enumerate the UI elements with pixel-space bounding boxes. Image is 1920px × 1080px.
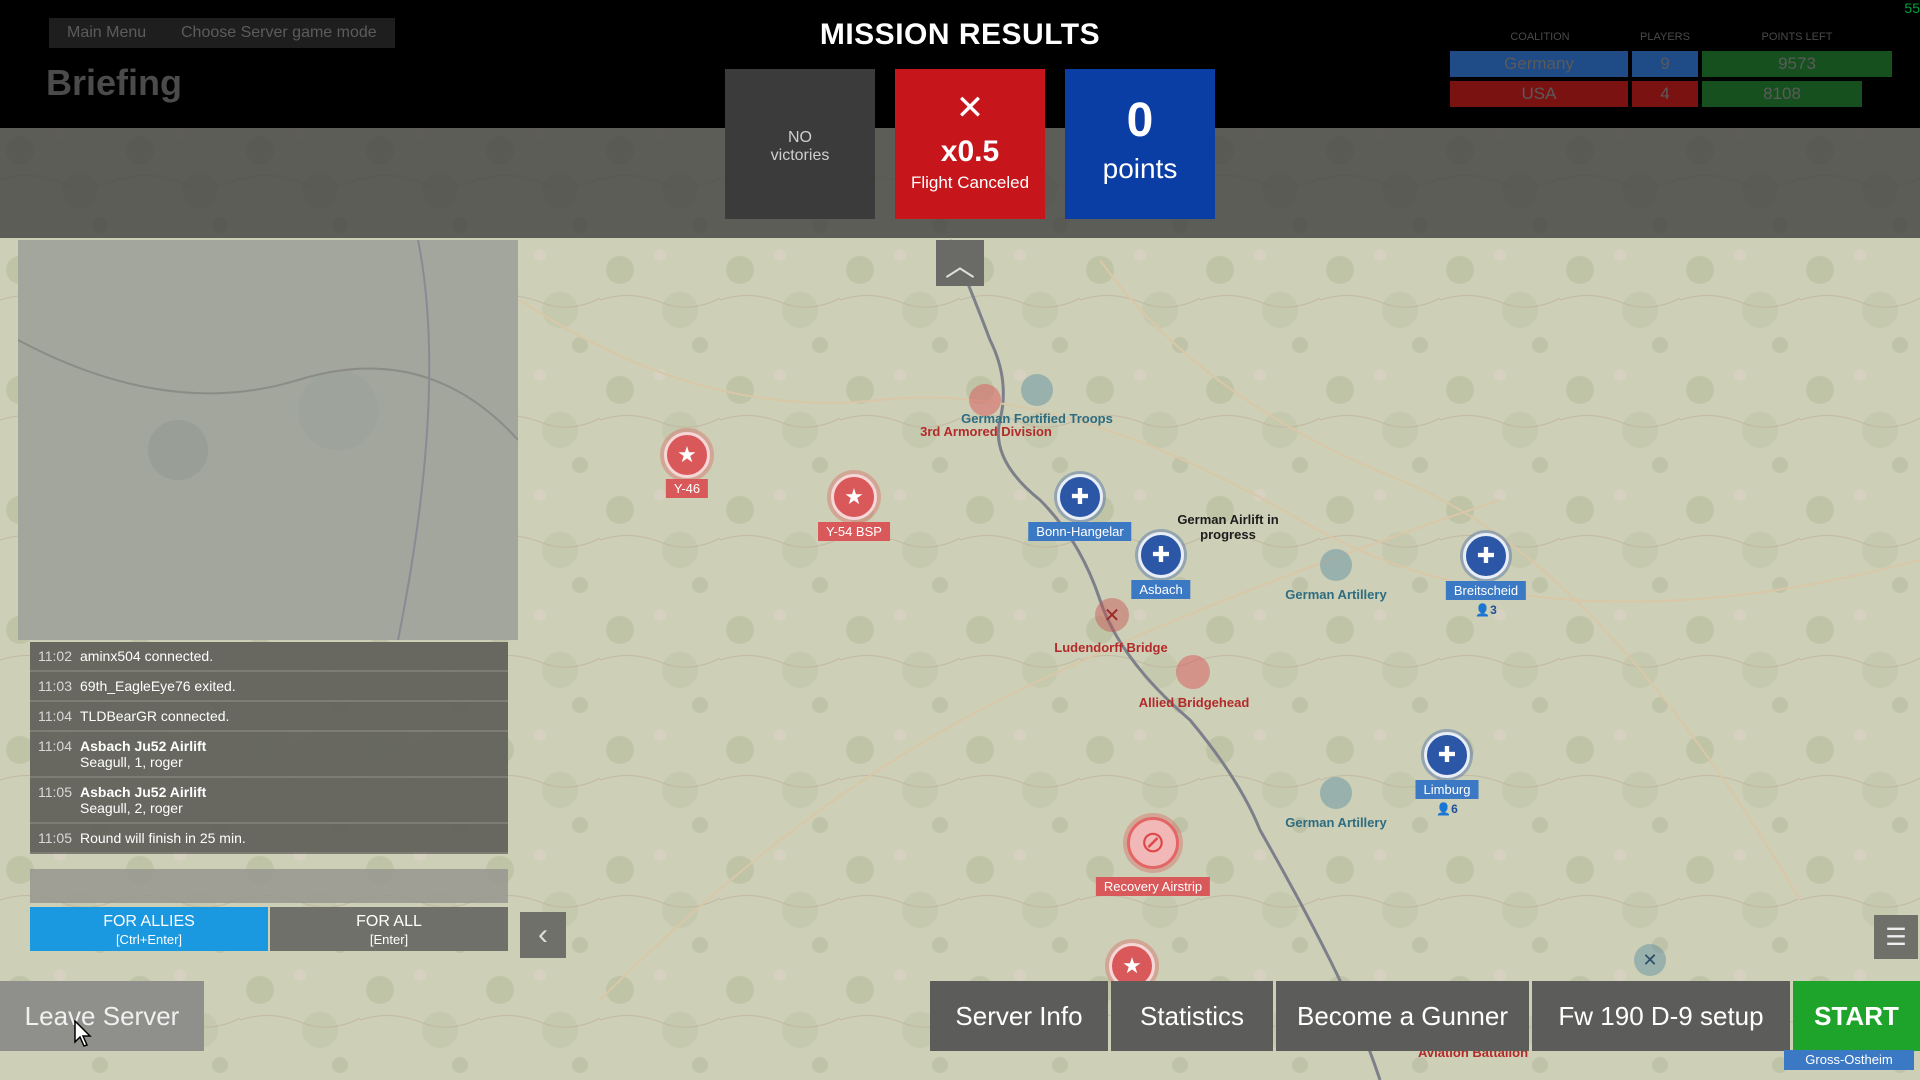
base-label-y54-bsp: Y-54 BSP <box>818 522 890 541</box>
coalition-name-usa: USA <box>1450 81 1628 107</box>
base-marker-asbach[interactable]: ✚ <box>1138 532 1184 578</box>
penalty-label: Flight Canceled <box>910 173 1030 192</box>
collapse-panel-button[interactable]: ‹ <box>520 912 566 958</box>
aircraft-setup-button[interactable]: Fw 190 D-9 setup <box>1532 981 1790 1051</box>
unit-marker-airlift[interactable]: ✕ <box>1634 944 1666 976</box>
server-info-button[interactable]: Server Info <box>930 981 1108 1051</box>
map-label-german-artillery: German Artillery <box>1285 815 1387 830</box>
map-label-german-artillery: German Artillery <box>1285 587 1387 602</box>
close-icon: ✕ <box>955 89 985 127</box>
victories-card: NO victories <box>725 69 875 219</box>
points-label: points <box>1102 153 1178 184</box>
base-player-count: 👤3 <box>1475 603 1497 617</box>
page-title: Briefing <box>46 62 183 103</box>
map-label-german-airlift: German Airlift in progress <box>1177 512 1279 542</box>
chat-message: 11:05 Round will finish in 25 min. <box>30 824 508 854</box>
base-label-bonn-hangelar: Bonn-Hangelar <box>1028 522 1132 541</box>
base-marker-limburg[interactable]: ✚ <box>1424 732 1470 778</box>
minimap[interactable] <box>18 240 518 640</box>
unit-marker-bridge[interactable]: ✕ <box>1095 598 1129 632</box>
points-card: 0 points <box>1065 69 1215 219</box>
base-label-breitscheid: Breitscheid <box>1445 581 1527 600</box>
players-header: PLAYERS <box>1640 31 1690 43</box>
fps-counter: 55 <box>1904 0 1920 16</box>
mission-list-button[interactable]: ☰ <box>1874 915 1918 959</box>
chat-log: 11:02 aminx504 connected. 11:03 69th_Eagle… <box>30 642 508 854</box>
person-icon: 👤 <box>1436 802 1452 816</box>
send-for-allies-button[interactable]: FOR ALLIES [Ctrl+Enter] <box>30 907 268 951</box>
leave-server-button[interactable]: Leave Server <box>0 981 204 1051</box>
base-label-asbach: Asbach <box>1131 580 1191 599</box>
statistics-button[interactable]: Statistics <box>1111 981 1273 1051</box>
chevron-left-icon: ‹ <box>538 918 548 951</box>
base-player-count: 👤6 <box>1436 802 1458 816</box>
coalition-header: COALITION <box>1510 31 1570 43</box>
coalition-points-germany: 9573 <box>1702 51 1892 77</box>
unit-marker-artillery[interactable] <box>1320 777 1352 809</box>
unit-marker-fortified[interactable] <box>1021 374 1053 406</box>
base-marker-bonn-hangelar[interactable]: ✚ <box>1057 474 1103 520</box>
base-marker-recovery-airstrip[interactable]: ⊘ <box>1127 817 1179 869</box>
star-icon: ★ <box>844 484 864 509</box>
mouse-cursor-icon <box>74 1020 92 1047</box>
map-label-3rd-armored-division: 3rd Armored Division <box>920 424 1052 439</box>
coalition-players-usa: 4 <box>1632 81 1698 107</box>
base-marker-y54-bsp[interactable]: ★ <box>831 474 877 520</box>
victories-count: NO <box>788 129 812 146</box>
base-label-y46: Y-46 <box>665 479 709 498</box>
penalty-multiplier: x0.5 <box>940 135 1000 168</box>
base-marker-y46[interactable]: ★ <box>664 432 710 478</box>
coalition-name-germany: Germany <box>1450 51 1628 77</box>
map-label-ludendorff-bridge: Ludendorff Bridge <box>1054 640 1168 655</box>
iron-cross-icon: ✚ <box>1476 543 1496 568</box>
iron-cross-icon: ✚ <box>1151 542 1171 567</box>
victories-label: victories <box>770 147 830 164</box>
no-entry-icon: ⊘ <box>1140 826 1166 859</box>
unit-marker-armored[interactable] <box>969 384 1001 416</box>
star-icon: ★ <box>677 442 697 467</box>
flight-canceled-card: ✕ x0.5 Flight Canceled <box>895 69 1045 219</box>
person-icon: 👤 <box>1475 603 1491 617</box>
plane-icon: ✕ <box>1642 949 1658 970</box>
iron-cross-icon: ✚ <box>1437 742 1457 767</box>
chat-message: 11:02 aminx504 connected. <box>30 642 508 672</box>
map-label-allied-bridgehead: Allied Bridgehead <box>1138 695 1250 710</box>
unit-marker-bridgehead[interactable] <box>1176 655 1210 689</box>
points-value: 0 <box>1126 94 1154 147</box>
become-gunner-button[interactable]: Become a Gunner <box>1276 981 1529 1051</box>
list-icon: ☰ <box>1885 923 1907 951</box>
chat-message: 11:03 69th_EagleEye76 exited. <box>30 672 508 702</box>
unit-marker-artillery[interactable] <box>1320 549 1352 581</box>
star-icon: ★ <box>1122 953 1142 978</box>
coalition-players-germany: 9 <box>1632 51 1698 77</box>
crossed-swords-icon: ✕ <box>1103 604 1121 627</box>
base-label-gross-ostheim: Gross-Ostheim <box>1784 1050 1914 1070</box>
collapse-up-button[interactable]: ︿ <box>936 240 984 286</box>
base-label-limburg: Limburg <box>1415 780 1479 799</box>
chevron-up-icon: ︿ <box>945 250 975 283</box>
chat-message: 11:04 Asbach Ju52 Airlift Seagull, 1, roge… <box>30 732 508 778</box>
base-marker-breitscheid[interactable]: ✚ <box>1463 533 1509 579</box>
start-button[interactable]: START <box>1793 981 1920 1051</box>
chat-message: 11:05 Asbach Ju52 Airlift Seagull, 2, roge… <box>30 778 508 824</box>
coalition-points-usa: 8108 <box>1702 81 1862 107</box>
iron-cross-icon: ✚ <box>1070 484 1090 509</box>
points-left-header: POINTS LEFT <box>1761 31 1833 43</box>
base-label-recovery-airstrip: Recovery Airstrip <box>1095 877 1211 896</box>
send-for-all-button[interactable]: FOR ALL [Enter] <box>270 907 508 951</box>
chat-message: 11:04 TLDBearGR connected. <box>30 702 508 732</box>
chat-input[interactable] <box>30 869 508 903</box>
